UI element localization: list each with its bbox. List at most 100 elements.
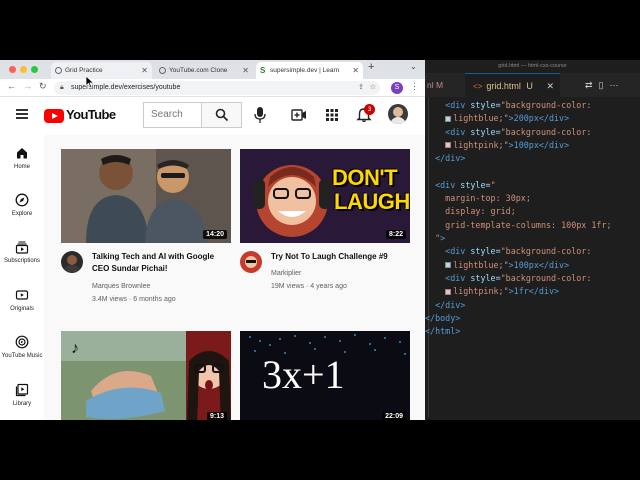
video-grid: 14:20 Talking Tech and AI with Google CE… [44,135,425,420]
code-line: </div> [425,152,465,165]
search-input[interactable]: Search [143,102,201,128]
sidebar-item-originals[interactable]: Originals [0,288,44,312]
lock-icon: 🔒︎ [60,84,64,91]
browser-toolbar: ← → ↻ 🔒︎ supersimple.dev/exercises/youtu… [0,79,425,97]
video-title[interactable]: Try Not To Laugh Challenge #9 [271,251,410,263]
video-duration: 22:09 [382,412,406,420]
library-icon [15,383,29,397]
color-swatch[interactable] [445,288,452,295]
address-bar[interactable]: 🔒︎ supersimple.dev/exercises/youtube ⇪ ☆ [54,81,380,95]
upload-video-icon[interactable] [291,107,307,123]
sidebar-item-explore[interactable]: Explore [0,193,44,217]
code-token: lightblue;" [453,259,509,270]
thumbnail-image [61,149,231,243]
explore-icon [15,193,29,207]
tab-title: YouTube.com Clone [169,67,228,74]
sidebar-item-label: Explore [11,211,33,217]
tab-grid-html[interactable]: <> grid.html U ✕ [465,73,560,97]
video-card[interactable]: DON'T LAUGH 8:22 Try Not To Laugh Challe… [240,149,410,290]
notification-count-badge: 3 [364,104,375,115]
tab-previous-file[interactable]: nl M [425,73,461,97]
code-token: grid-template-columns: 100px 1fr; [445,219,612,230]
code-line: lightblue;">200px</div> [425,112,569,125]
code-token: margin-top: 30px; [445,193,531,204]
close-tab-icon[interactable]: ✕ [141,62,148,79]
minimize-window-button[interactable] [20,66,27,73]
video-card[interactable]: 14:20 Talking Tech and AI with Google CE… [61,149,231,303]
tab-filename: grid.html [486,81,521,91]
code-token: lightpink;" [453,286,509,297]
tab-search-chevron-icon[interactable]: ⌄ [410,62,417,71]
profile-avatar[interactable]: S [391,82,403,94]
sidebar-item-label: Originals [10,306,34,312]
bookmark-star-icon[interactable]: ☆ [370,81,376,95]
tab-strip: Grid Practice ✕ YouTube.com Clone ✕ S su… [0,60,425,79]
apps-grid-icon[interactable] [324,107,340,123]
sidebar-item-youtube-music[interactable]: YouTube Music [0,335,44,359]
code-line: lightblue;">100px</div> [425,259,569,272]
svg-text:♪: ♪ [71,340,79,357]
reload-button[interactable]: ↻ [39,81,47,92]
video-card[interactable]: ♪ 9:13 [61,331,231,420]
thumbnail-text-laugh: LAUGH [334,189,410,214]
color-swatch[interactable] [445,142,452,149]
code-line: </html> [425,325,460,338]
share-icon[interactable]: ⇪ [358,81,364,95]
channel-name[interactable]: Markiplier [271,270,301,277]
tab-youtube-clone[interactable]: YouTube.com Clone ✕ [155,62,253,79]
code-token: "background-color: [500,272,592,283]
sidebar-item-library[interactable]: Library [0,383,44,407]
video-thumbnail[interactable]: DON'T LAUGH 8:22 [240,149,410,243]
editor-actions: ⇄▯⋯ [585,80,625,91]
split-editor-icon[interactable]: ▯ [599,80,610,90]
hamburger-menu-icon[interactable] [16,109,28,119]
back-button[interactable]: ← [7,81,16,91]
video-title[interactable]: Talking Tech and AI with Google CEO Sund… [92,251,231,275]
code-token: <div [445,100,466,110]
video-thumbnail[interactable]: ♪ 9:13 [61,331,231,420]
color-swatch[interactable] [445,262,452,269]
code-line: </body> [425,312,460,325]
channel-avatar[interactable] [240,251,262,273]
search-button[interactable] [201,102,242,128]
code-token: style= [465,272,501,283]
color-swatch[interactable] [445,115,452,122]
code-line: lightpink;">100px</div> [425,139,569,152]
browser-menu-icon[interactable]: ⋮ [410,81,419,92]
video-stats: 19M views · 4 years ago [271,283,347,290]
close-tab-icon[interactable]: ✕ [352,62,359,79]
code-line: <div style="background-color: [425,272,591,285]
thumbnail-text-3x-plus-1: 3x+1 [262,352,345,397]
microphone-icon[interactable] [253,106,267,124]
close-tab-icon[interactable]: ✕ [546,74,554,98]
code-token: >200px</div> [508,113,570,124]
video-thumbnail[interactable]: 14:20 [61,149,231,243]
tab-title: Grid Practice [65,67,103,74]
more-actions-icon[interactable]: ⋯ [610,80,625,90]
channel-avatar[interactable] [61,251,83,273]
youtube-music-icon [15,335,29,349]
video-thumbnail[interactable]: 3x+1 22:09 [240,331,410,420]
sidebar-item-home[interactable]: Home [0,146,44,170]
close-window-button[interactable] [9,66,16,73]
code-token: </div> [435,153,466,164]
editor-tab-bar: nl M <> grid.html U ✕ ⇄▯⋯ [425,73,640,97]
tab-grid-practice[interactable]: Grid Practice ✕ [51,62,152,79]
video-card[interactable]: 3x+1 22:09 [240,331,410,420]
maximize-window-button[interactable] [31,66,38,73]
code-token: <div [445,126,466,137]
code-line: margin-top: 30px; [425,192,531,205]
globe-icon [159,67,166,74]
chrome-browser-window: Grid Practice ✕ YouTube.com Clone ✕ S su… [0,60,425,420]
tab-supersimple[interactable]: S supersimple.dev | Learn ✕ [256,62,363,79]
code-line: display: grid; [425,205,516,218]
home-icon [17,148,27,159]
forward-button[interactable]: → [23,81,32,91]
supersimple-logo-icon: S [260,66,266,75]
channel-name[interactable]: Marques Brownlee [92,283,150,290]
sidebar-item-subscriptions[interactable]: Subscriptions [0,240,44,264]
new-tab-button[interactable]: + [368,61,374,73]
close-tab-icon[interactable]: ✕ [242,62,249,79]
open-changes-icon[interactable]: ⇄ [585,80,599,90]
user-avatar[interactable] [388,104,408,124]
